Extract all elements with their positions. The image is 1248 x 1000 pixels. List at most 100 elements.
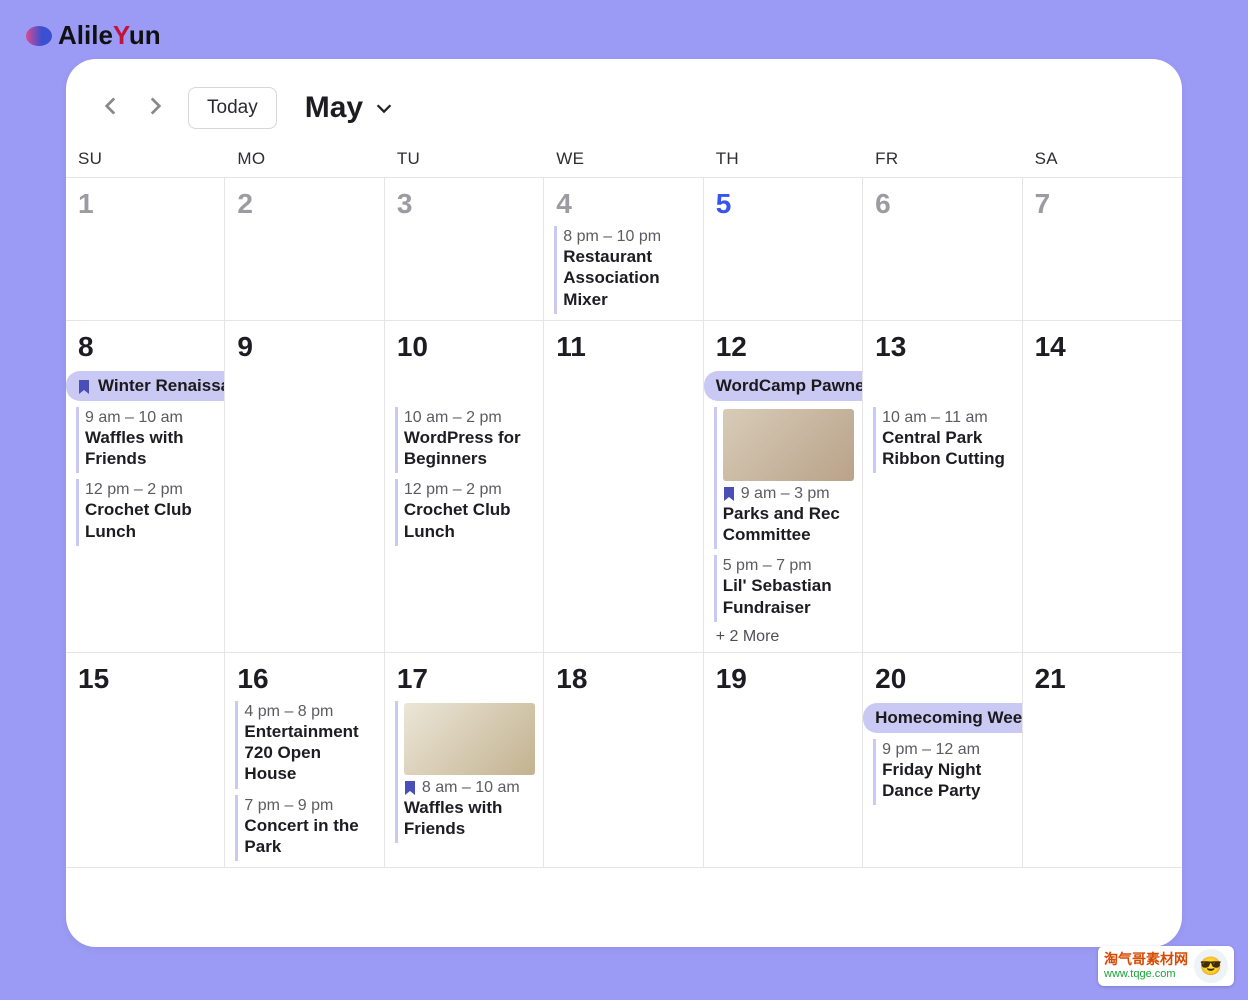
weekday-label: WE: [544, 149, 703, 169]
calendar-panel: Today May SUMOTUWETHFRSA 12348 pm – 10 p…: [66, 59, 1182, 947]
event-time: 8 am – 10 am: [422, 779, 520, 797]
watermark-text: 淘气哥素材网: [1104, 952, 1188, 967]
event-title: WordPress for Beginners: [404, 427, 535, 470]
day-number: 7: [1035, 188, 1174, 220]
day-number: 17: [397, 663, 535, 695]
event-title: Parks and Rec Committee: [723, 503, 854, 546]
day-cell[interactable]: 1010 am – 2 pmWordPress for Beginners12 …: [385, 321, 544, 653]
event-time: 12 pm – 2 pm: [85, 481, 216, 499]
day-number: 13: [875, 331, 1013, 363]
event-time: 9 am – 10 am: [85, 409, 216, 427]
more-events-link[interactable]: + 2 More: [716, 628, 854, 646]
bookmark-icon: [404, 781, 416, 795]
event-title: Central Park Ribbon Cutting: [882, 427, 1013, 470]
weekday-label: FR: [863, 149, 1022, 169]
event-item[interactable]: 12 pm – 2 pmCrochet Club Lunch: [395, 479, 535, 546]
multi-day-event-banner[interactable]: Winter Renaissance Fair: [66, 371, 225, 401]
event-item[interactable]: 7 pm – 9 pmConcert in the Park: [235, 795, 375, 862]
calendar-toolbar: Today May: [66, 87, 1182, 149]
day-number: 12: [716, 331, 854, 363]
day-cell[interactable]: 3: [385, 178, 544, 321]
event-time: 12 pm – 2 pm: [404, 481, 535, 499]
next-month-button[interactable]: [138, 89, 172, 128]
day-cell[interactable]: 14: [1023, 321, 1182, 653]
day-cell[interactable]: 12 WordCamp Pawnee 9 am – 3 pmParks and Re…: [704, 321, 863, 653]
day-cell[interactable]: 20 Homecoming Weekend 9 pm – 12 amFriday N…: [863, 653, 1022, 868]
day-cell[interactable]: 2: [225, 178, 384, 321]
day-cell[interactable]: 16 4 pm – 8 pmEntertainment 720 Open Hous…: [225, 653, 384, 868]
day-cell[interactable]: 17 8 am – 10 amWaffles with Friends: [385, 653, 544, 868]
prev-month-button[interactable]: [94, 89, 128, 128]
weekday-label: TH: [704, 149, 863, 169]
day-cell[interactable]: 7: [1023, 178, 1182, 321]
event-thumbnail: [723, 409, 854, 481]
calendar-grid: 12348 pm – 10 pmRestaurant Association M…: [66, 177, 1182, 868]
brand-mark: [26, 26, 52, 46]
weekday-label: SA: [1023, 149, 1182, 169]
day-number: 10: [397, 331, 535, 363]
event-title: Crochet Club Lunch: [404, 499, 535, 542]
weekday-label: MO: [225, 149, 384, 169]
day-cell[interactable]: 19: [704, 653, 863, 868]
bookmark-icon: [78, 379, 90, 393]
event-item[interactable]: 8 am – 10 amWaffles with Friends: [395, 701, 535, 844]
event-time: 5 pm – 7 pm: [723, 557, 854, 575]
day-number: 11: [556, 331, 694, 363]
event-item[interactable]: 9 am – 10 amWaffles with Friends: [76, 407, 216, 474]
weekday-header: SUMOTUWETHFRSA: [66, 149, 1182, 177]
day-cell[interactable]: 5: [704, 178, 863, 321]
event-title: Restaurant Association Mixer: [563, 246, 694, 310]
event-thumbnail: [404, 703, 535, 775]
event-title: Waffles with Friends: [85, 427, 216, 470]
day-number: 2: [237, 188, 375, 220]
brand-text-post: un: [129, 20, 161, 50]
event-item[interactable]: 8 pm – 10 pmRestaurant Association Mixer: [554, 226, 694, 314]
event-item[interactable]: 9 am – 3 pmParks and Rec Committee: [714, 407, 854, 550]
weekday-label: TU: [385, 149, 544, 169]
brand-text-pre: Alile: [58, 20, 113, 50]
event-title: Friday Night Dance Party: [882, 759, 1013, 802]
event-time: 8 pm – 10 pm: [563, 228, 694, 246]
event-time: 9 am – 3 pm: [741, 485, 830, 503]
month-selector[interactable]: May: [305, 91, 395, 125]
day-number: 1: [78, 188, 216, 220]
event-item[interactable]: 4 pm – 8 pmEntertainment 720 Open House: [235, 701, 375, 789]
chevron-down-icon: [373, 97, 395, 119]
day-number: 21: [1035, 663, 1174, 695]
event-time: 9 pm – 12 am: [882, 741, 1013, 759]
brand-logo: AlileYun: [26, 20, 1236, 51]
event-item[interactable]: 10 am – 2 pmWordPress for Beginners: [395, 407, 535, 474]
event-item[interactable]: 9 pm – 12 amFriday Night Dance Party: [873, 739, 1013, 806]
day-number: 3: [397, 188, 535, 220]
day-number: 16: [237, 663, 375, 695]
banner-label: Winter Renaissance Fair: [98, 376, 225, 396]
event-title: Crochet Club Lunch: [85, 499, 216, 542]
month-label: May: [305, 91, 363, 125]
day-cell[interactable]: 8Winter Renaissance Fair9 am – 10 amWaff…: [66, 321, 225, 653]
day-cell[interactable]: 21: [1023, 653, 1182, 868]
day-cell[interactable]: 1: [66, 178, 225, 321]
multi-day-event-banner[interactable]: WordCamp Pawnee: [704, 371, 863, 401]
day-number: 18: [556, 663, 694, 695]
day-cell[interactable]: 11: [544, 321, 703, 653]
day-cell[interactable]: 6: [863, 178, 1022, 321]
day-cell[interactable]: 48 pm – 10 pmRestaurant Association Mixe…: [544, 178, 703, 321]
event-title: Waffles with Friends: [404, 797, 535, 840]
day-number: 20: [875, 663, 1013, 695]
multi-day-event-banner[interactable]: Homecoming Weekend: [863, 703, 1022, 733]
weekday-label: SU: [66, 149, 225, 169]
watermark-avatar: 😎: [1194, 949, 1228, 983]
bookmark-icon: [723, 487, 735, 501]
day-cell[interactable]: 18: [544, 653, 703, 868]
event-time: 10 am – 11 am: [882, 409, 1013, 427]
day-cell[interactable]: 9: [225, 321, 384, 653]
event-item[interactable]: 10 am – 11 amCentral Park Ribbon Cutting: [873, 407, 1013, 474]
today-button[interactable]: Today: [188, 87, 277, 129]
event-title: Concert in the Park: [244, 815, 375, 858]
event-item[interactable]: 12 pm – 2 pmCrochet Club Lunch: [76, 479, 216, 546]
day-cell[interactable]: 15: [66, 653, 225, 868]
event-time: 7 pm – 9 pm: [244, 797, 375, 815]
banner-label: WordCamp Pawnee: [716, 376, 863, 396]
day-cell[interactable]: 13 10 am – 11 amCentral Park Ribbon Cutti…: [863, 321, 1022, 653]
event-item[interactable]: 5 pm – 7 pmLil' Sebastian Fundraiser: [714, 555, 854, 622]
